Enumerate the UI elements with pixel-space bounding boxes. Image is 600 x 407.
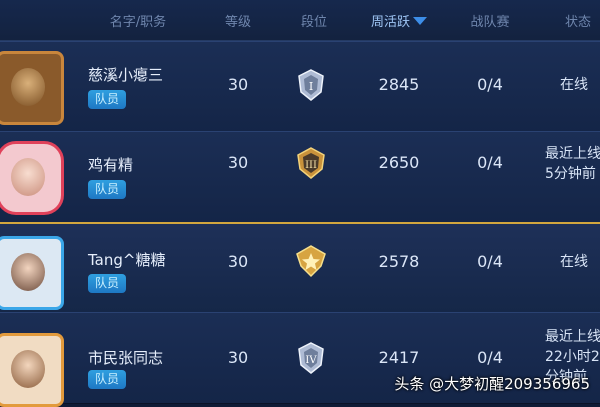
avatar[interactable]	[0, 141, 64, 215]
header-level[interactable]: 等级	[212, 0, 264, 40]
status-line-2: 22小时2	[545, 349, 600, 365]
gold-star-rank-badge-icon	[296, 245, 326, 278]
header-weekly-activity[interactable]: 周活跃	[360, 0, 438, 40]
watermark-text: 头条 @大梦初醒209356965	[394, 375, 590, 393]
avatar[interactable]	[0, 51, 64, 125]
weekly-activity: 2578	[378, 252, 420, 271]
member-level: 30	[227, 153, 249, 172]
role-badge: 队员	[88, 180, 127, 199]
role-badge: 队员	[88, 274, 127, 293]
team-battle-count: 0/4	[477, 153, 503, 172]
status-text: 最近上线 5分钟前	[545, 144, 600, 184]
member-name: 市民张同志	[88, 349, 164, 367]
member-level: 30	[227, 252, 249, 271]
weekly-activity: 2845	[378, 75, 420, 94]
status-line-1: 最近上线	[545, 146, 600, 162]
gold-rank-badge-icon: III	[297, 147, 325, 179]
weekly-activity: 2417	[378, 348, 420, 367]
avatar[interactable]	[0, 236, 64, 310]
member-name: Tang^糖糖	[88, 251, 166, 269]
header-team-battle[interactable]: 战队赛	[462, 0, 518, 40]
rank-numeral: I	[309, 80, 313, 93]
header-weekly-label: 周活跃	[370, 15, 410, 30]
team-battle-count: 0/4	[477, 75, 503, 94]
role-badge: 队员	[88, 90, 127, 109]
role-badge: 队员	[88, 370, 127, 389]
team-battle-count: 0/4	[477, 348, 503, 367]
header-status[interactable]: 状态	[556, 0, 600, 40]
table-row-highlighted[interactable]: Tang^糖糖 队员 30 2578 0/4 在线	[0, 222, 600, 314]
avatar-image	[11, 253, 45, 291]
header-name-role[interactable]: 名字/职务	[92, 0, 184, 40]
table-row[interactable]: 鸡有精 队员 30 III 2650 0/4 最近上线 5分钟前	[0, 131, 600, 223]
member-level: 30	[227, 348, 249, 367]
status-text: 在线	[560, 254, 588, 270]
avatar[interactable]	[0, 333, 64, 407]
sort-down-icon	[413, 17, 427, 25]
member-level: 30	[227, 75, 249, 94]
avatar-image	[11, 350, 45, 388]
rank-numeral: III	[305, 160, 317, 171]
status-text: 在线	[560, 77, 588, 93]
member-name: 鸡有精	[88, 156, 134, 174]
status-line-2: 5分钟前	[545, 166, 596, 182]
avatar-image	[11, 68, 45, 106]
silver-rank-badge-icon: IV	[298, 342, 324, 374]
team-battle-count: 0/4	[477, 252, 503, 271]
table-header: 名字/职务 等级 段位 周活跃 战队赛 状态	[0, 0, 600, 41]
status-line-1: 最近上线	[545, 329, 600, 345]
member-name: 慈溪小瘪三	[88, 66, 164, 84]
rank-numeral: IV	[305, 355, 317, 366]
table-row[interactable]: 慈溪小瘪三 队员 30 I 2845 0/4 在线	[0, 41, 600, 133]
avatar-image	[11, 158, 45, 196]
header-rank[interactable]: 段位	[288, 0, 340, 40]
weekly-activity: 2650	[378, 153, 420, 172]
silver-rank-badge-icon: I	[298, 69, 324, 101]
